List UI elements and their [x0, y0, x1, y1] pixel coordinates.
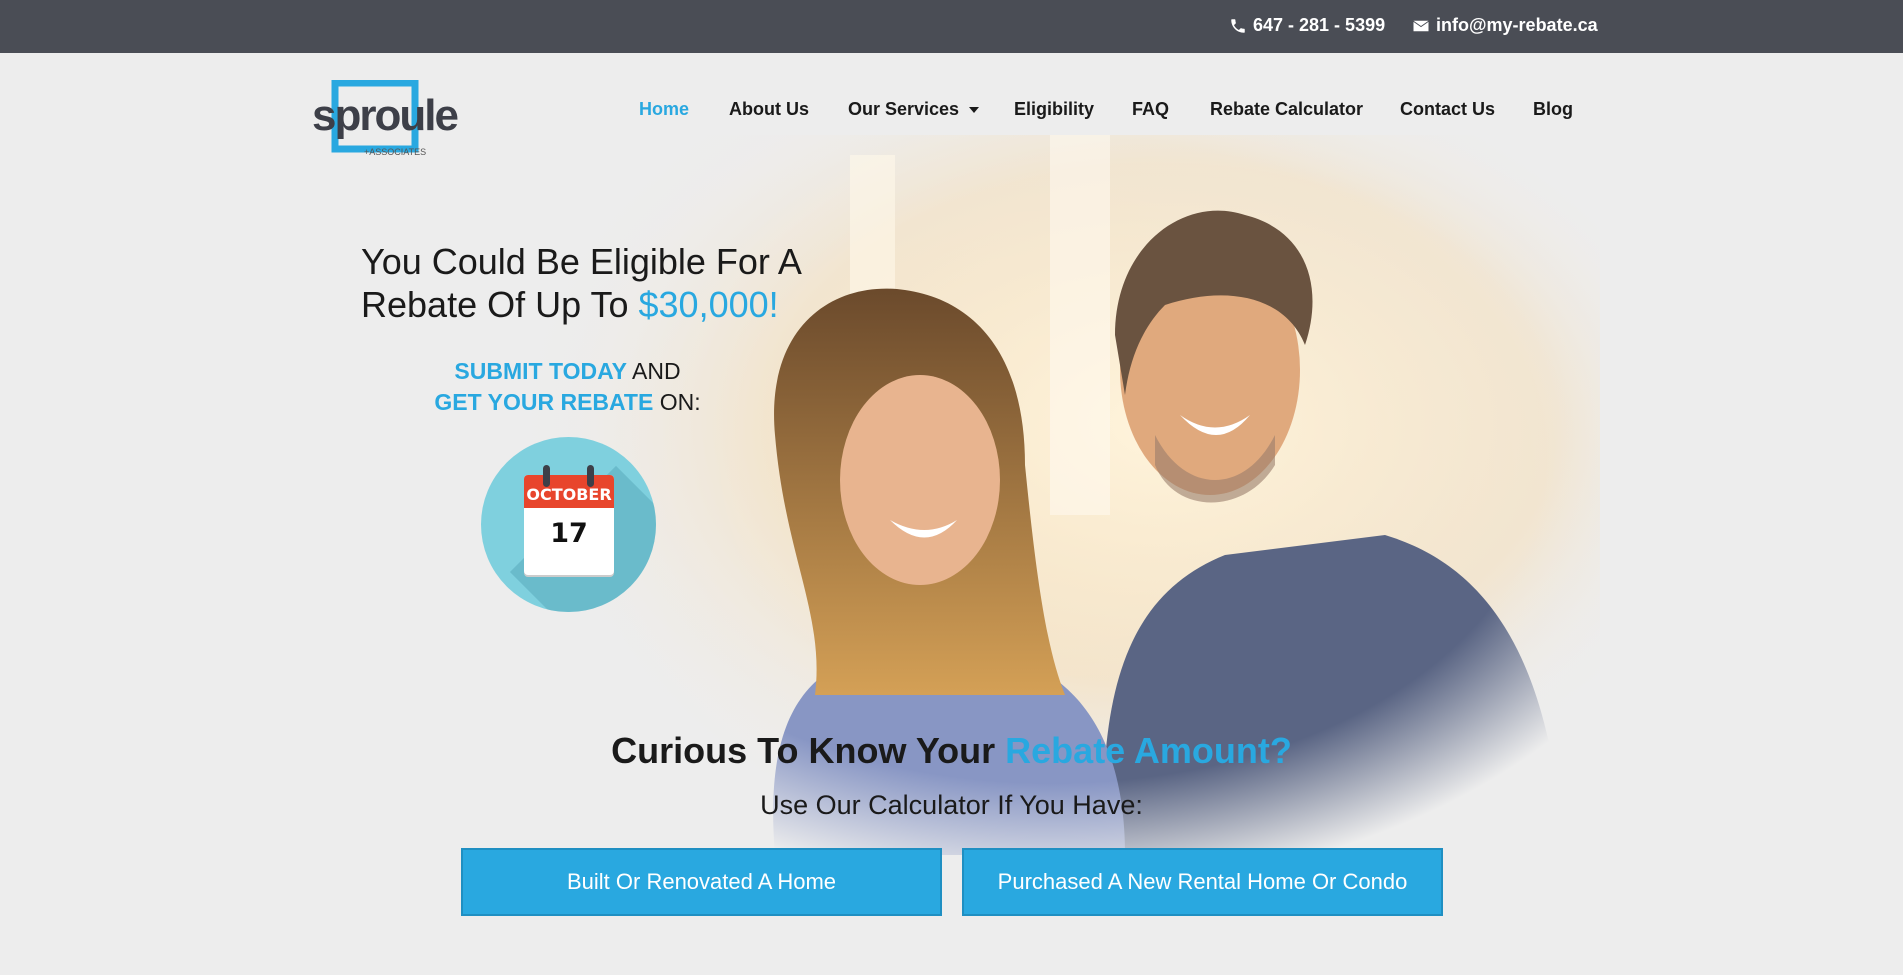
headline-amount: $30,000! — [638, 284, 779, 325]
submit-callout: SUBMIT TODAY AND GET YOUR REBATE ON: — [400, 356, 735, 418]
email-link[interactable]: info@my-rebate.ca — [1412, 15, 1598, 36]
get-rebate-text: GET YOUR REBATE — [434, 389, 654, 415]
headline-line1: You Could Be Eligible For A — [361, 241, 802, 282]
hero-headline: You Could Be Eligible For A Rebate Of Up… — [361, 240, 841, 326]
caret-down-icon — [969, 107, 980, 114]
nav-rebate-calculator[interactable]: Rebate Calculator — [1210, 99, 1363, 120]
nav-about-us[interactable]: About Us — [729, 99, 809, 120]
calculator-title-accent: Rebate Amount? — [1005, 730, 1292, 771]
email-address: info@my-rebate.ca — [1436, 15, 1598, 35]
calculator-title: Curious To Know Your Rebate Amount? — [0, 730, 1903, 772]
calendar-month: OCTOBER — [524, 475, 614, 508]
phone-number: 647 - 281 - 5399 — [1253, 15, 1386, 35]
nav-eligibility[interactable]: Eligibility — [1014, 99, 1094, 120]
built-or-renovated-button[interactable]: Built Or Renovated A Home — [461, 848, 942, 916]
nav-our-services[interactable]: Our Services — [848, 99, 980, 120]
calendar-ring-right — [587, 465, 594, 487]
calendar-badge: OCTOBER 17 — [481, 437, 656, 612]
submit-and-text: AND — [626, 358, 681, 384]
calendar-ring-left — [543, 465, 550, 487]
calendar-day: 17 — [550, 518, 588, 549]
phone-icon — [1231, 18, 1245, 33]
purchased-rental-button[interactable]: Purchased A New Rental Home Or Condo — [962, 848, 1443, 916]
top-contact-bar: 647 - 281 - 5399 info@my-rebate.ca — [0, 0, 1903, 53]
phone-link[interactable]: 647 - 281 - 5399 — [1229, 15, 1385, 36]
nav-contact-us[interactable]: Contact Us — [1400, 99, 1495, 120]
submit-on-text: ON: — [653, 389, 701, 415]
logo-tagline: +ASSOCIATES — [364, 147, 426, 157]
submit-today-text: SUBMIT TODAY — [454, 358, 627, 384]
calculator-title-text: Curious To Know Your — [611, 730, 1006, 771]
calculator-subtitle: Use Our Calculator If You Have: — [760, 790, 1143, 820]
nav-our-services-label: Our Services — [848, 99, 960, 119]
calendar-icon: OCTOBER 17 — [524, 475, 614, 575]
envelope-icon — [1413, 20, 1429, 31]
nav-faq[interactable]: FAQ — [1132, 99, 1169, 120]
headline-line2: Rebate Of Up To — [361, 284, 639, 325]
main-nav: Home About Us Our Services Eligibility F… — [0, 99, 1903, 121]
nav-blog[interactable]: Blog — [1533, 99, 1573, 120]
nav-home[interactable]: Home — [639, 99, 689, 120]
